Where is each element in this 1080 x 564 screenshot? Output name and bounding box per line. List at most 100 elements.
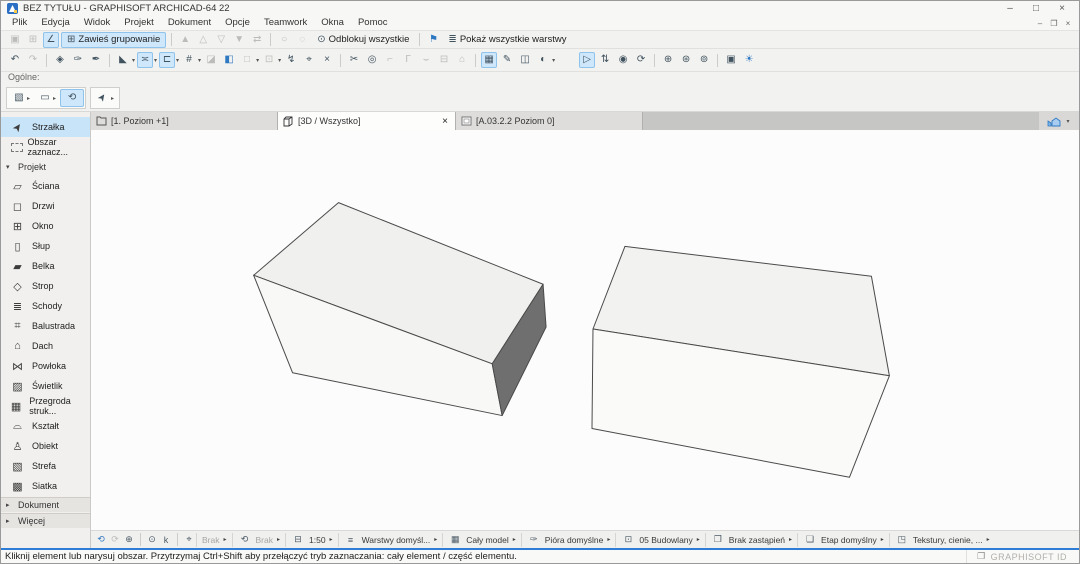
unlock-all-button[interactable]: ⊙Odblokuj wszystkie bbox=[312, 32, 414, 48]
scale-combo[interactable]: ⊟1:50▸ bbox=[285, 533, 338, 547]
flyout-arrow-icon[interactable]: ▸ bbox=[277, 536, 280, 543]
trim-icon[interactable]: ⌐ bbox=[382, 52, 398, 68]
elevation-icon[interactable]: ⌂ bbox=[454, 52, 470, 68]
chevron-down-icon[interactable]: ▾ bbox=[198, 57, 201, 64]
undo-icon[interactable]: ↶ bbox=[7, 52, 23, 68]
tool-curtain-wall[interactable]: ▦Przegroda struk... bbox=[1, 396, 90, 416]
send-to-back-icon[interactable]: ▼ bbox=[231, 32, 247, 48]
chevron-down-icon[interactable]: ▾ bbox=[132, 57, 135, 64]
lock-selection-icon[interactable]: ○ bbox=[276, 32, 292, 48]
tool-marquee[interactable]: Obszar zaznacz... bbox=[1, 137, 90, 157]
bring-forward-icon[interactable]: △ bbox=[195, 32, 211, 48]
ungroup-icon[interactable]: ⊞ bbox=[25, 32, 41, 48]
drag-mode-icon[interactable]: ◈ bbox=[52, 52, 68, 68]
maximize-button[interactable]: □ bbox=[1023, 2, 1049, 16]
perspective-icon[interactable]: ⊕ bbox=[660, 52, 676, 68]
unlock-selection-icon[interactable]: ◌ bbox=[294, 32, 310, 48]
quick-renovation-combo[interactable]: ⟲Brak▸ bbox=[232, 533, 286, 547]
tool-mesh[interactable]: ▩Siatka bbox=[1, 476, 90, 496]
tool-zone[interactable]: ▧Strefa bbox=[1, 456, 90, 476]
tool-object[interactable]: ♙Obiekt bbox=[1, 436, 90, 456]
marquee-options-button-icon[interactable]: ▧ bbox=[11, 90, 27, 106]
tool-railing[interactable]: ⌗Balustrada bbox=[1, 316, 90, 336]
send-backward-icon[interactable]: ▽ bbox=[213, 32, 229, 48]
adjust-icon[interactable]: ◎ bbox=[364, 52, 380, 68]
add-camera-icon[interactable]: ⊛ bbox=[678, 52, 694, 68]
menu-pomoc[interactable]: Pomoc bbox=[351, 16, 395, 30]
flyout-arrow-icon[interactable]: ▸ bbox=[697, 536, 700, 543]
chevron-down-icon[interactable]: ▾ bbox=[256, 57, 259, 64]
tool-column[interactable]: ▯Słup bbox=[1, 236, 90, 256]
show-all-layers-button[interactable]: ≣Pokaż wszystkie warstwy bbox=[443, 32, 571, 48]
menu-dokument[interactable]: Dokument bbox=[161, 16, 218, 30]
tab-layout[interactable]: [A.03.2.2 Poziom 0] bbox=[456, 112, 643, 130]
flyout-arrow-icon[interactable]: ▸ bbox=[607, 536, 610, 543]
flyout-arrow-icon[interactable]: ▸ bbox=[330, 536, 333, 543]
flyout-arrow-icon[interactable]: ▸ bbox=[881, 536, 884, 543]
layer-combination-combo[interactable]: ≡Warstwy domyśl...▸ bbox=[338, 533, 443, 547]
layer-settings-icon[interactable]: ⚑ bbox=[425, 32, 441, 48]
reset-order-icon[interactable]: ⇄ bbox=[249, 32, 265, 48]
expand-icon[interactable]: ▸ bbox=[6, 517, 14, 525]
walk-mode-icon[interactable]: ⇅ bbox=[597, 52, 613, 68]
menu-edycja[interactable]: Edycja bbox=[34, 16, 77, 30]
tool-skylight[interactable]: ▨Świetlik bbox=[1, 376, 90, 396]
flyout-arrow-icon[interactable]: ▸ bbox=[513, 536, 516, 543]
flyout-arrow-icon[interactable]: ▸ bbox=[987, 536, 990, 543]
measure-icon[interactable]: ⌖ bbox=[301, 52, 317, 68]
zoom-back-icon[interactable]: ⟲ bbox=[94, 534, 108, 545]
zoom-in-icon[interactable]: ⊕ bbox=[122, 534, 136, 545]
guide-lines-icon[interactable]: ◣ bbox=[115, 52, 131, 68]
orbit-button[interactable]: ⟲ bbox=[60, 89, 84, 107]
gravity-off-icon[interactable]: ◪ bbox=[203, 52, 219, 68]
tool-roof[interactable]: ⌂Dach bbox=[1, 336, 90, 356]
tab-3d-window[interactable]: [3D / Wszystko] × bbox=[278, 112, 456, 130]
orbit-icon[interactable]: ⟳ bbox=[633, 52, 649, 68]
group-wiecej[interactable]: ▸Więcej bbox=[1, 513, 90, 528]
flyout-arrow-icon[interactable]: ▸ bbox=[434, 536, 437, 543]
home-view-button[interactable]: ▾ bbox=[1039, 112, 1079, 130]
chevron-down-icon[interactable]: ▾ bbox=[154, 57, 157, 64]
group-projekt[interactable]: ▾Projekt bbox=[1, 157, 90, 176]
close-button[interactable]: × bbox=[1049, 2, 1075, 16]
viewport-canvas[interactable] bbox=[91, 130, 1079, 530]
chevron-down-icon[interactable]: ▾ bbox=[278, 57, 281, 64]
group-elements-icon[interactable]: ▣ bbox=[7, 32, 23, 48]
tool-slab[interactable]: ◇Strop bbox=[1, 276, 90, 296]
menu-teamwork[interactable]: Teamwork bbox=[257, 16, 314, 30]
select-navigate-icon[interactable]: ▷ bbox=[579, 52, 595, 68]
zoom-forward-icon[interactable]: ⟳ bbox=[108, 534, 122, 545]
tool-morph[interactable]: ⌓Kształt bbox=[1, 416, 90, 436]
tool-wall[interactable]: ▱Ściana bbox=[1, 176, 90, 196]
quick-layers-combo[interactable]: Brak▸ bbox=[196, 533, 232, 547]
resize-icon[interactable]: ⊟ bbox=[436, 52, 452, 68]
selection-options-button-icon[interactable]: ▭ bbox=[37, 90, 53, 106]
snap-references-icon[interactable]: ⊏ bbox=[159, 52, 175, 68]
tab-floor-plan[interactable]: [1. Poziom +1] bbox=[91, 112, 278, 130]
close-tab-icon[interactable]: × bbox=[440, 116, 450, 127]
marquee-options-button[interactable]: ▧▸ bbox=[8, 89, 34, 107]
intersect-icon[interactable]: Γ bbox=[400, 52, 416, 68]
renovation-filter-combo[interactable]: ❏Etap domyślny▸ bbox=[797, 533, 889, 547]
magic-wand-icon[interactable]: ↯ bbox=[283, 52, 299, 68]
flyout-arrow-icon[interactable]: ▸ bbox=[27, 95, 30, 102]
marquee-3d-icon[interactable]: ▦ bbox=[481, 52, 497, 68]
tool-window[interactable]: ⊞Okno bbox=[1, 216, 90, 236]
snap-guides-icon[interactable]: ≍ bbox=[137, 52, 153, 68]
tool-door[interactable]: ◻Drzwi bbox=[1, 196, 90, 216]
mdi-restore-button[interactable]: ❐ bbox=[1047, 19, 1061, 28]
split-icon[interactable]: ✂ bbox=[346, 52, 362, 68]
redo-icon[interactable]: ↷ bbox=[25, 52, 41, 68]
inject-parameters-icon[interactable]: ✒ bbox=[88, 52, 104, 68]
chevron-down-icon[interactable]: ▾ bbox=[176, 57, 179, 64]
bring-to-front-icon[interactable]: ▲ bbox=[177, 32, 193, 48]
collapse-icon[interactable]: ▾ bbox=[6, 163, 14, 171]
walk-small-icon[interactable]: k bbox=[159, 535, 173, 545]
autogroup-toggle-icon[interactable]: ∠ bbox=[43, 32, 59, 48]
tool-beam[interactable]: ▰Belka bbox=[1, 256, 90, 276]
camera-settings-icon[interactable]: ⊚ bbox=[696, 52, 712, 68]
model-view-combo[interactable]: ▦Cały model▸ bbox=[442, 533, 521, 547]
graphic-overrides-combo[interactable]: ❐Brak zastąpień▸ bbox=[705, 533, 797, 547]
group-dokument[interactable]: ▸Dokument bbox=[1, 497, 90, 512]
lock-coordinate-icon[interactable]: ⊡ bbox=[261, 52, 277, 68]
